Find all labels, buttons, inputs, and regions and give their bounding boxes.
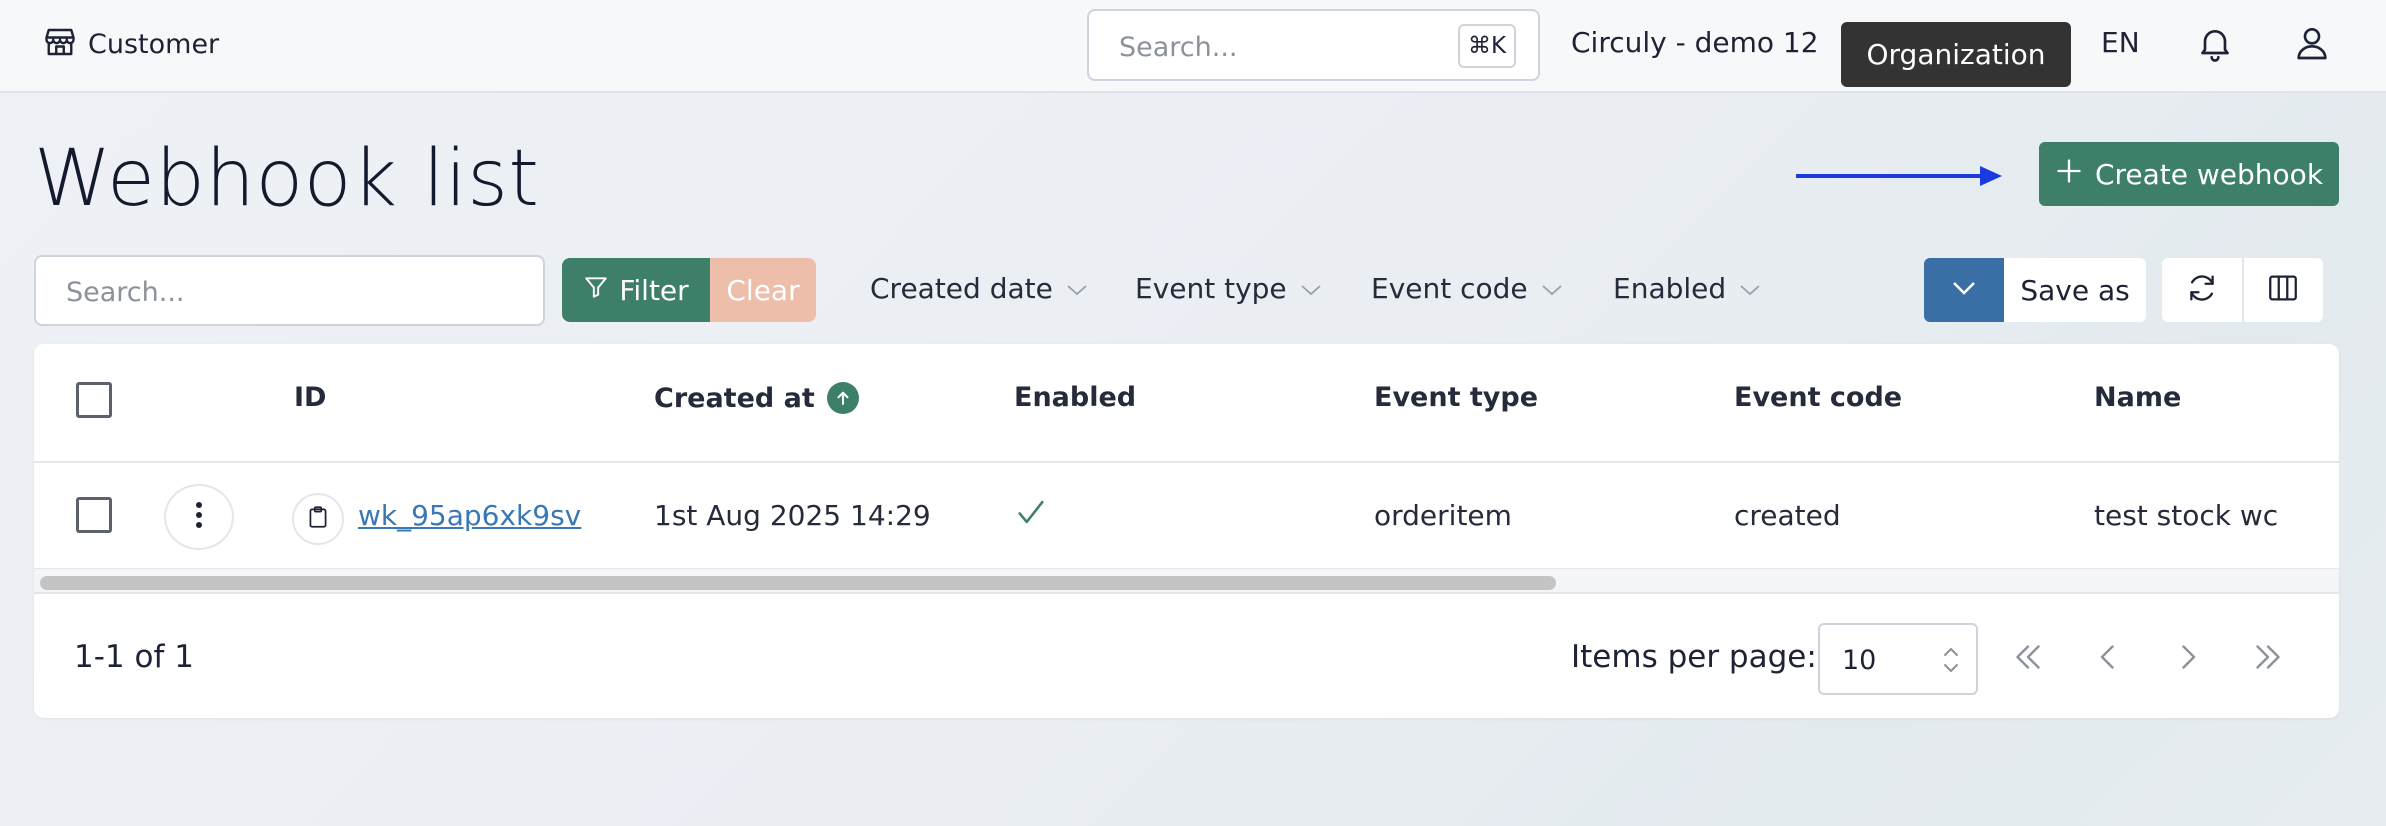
cell-created-at: 1st Aug 2025 14:29 bbox=[654, 499, 931, 532]
items-per-page-label: Items per page: bbox=[1571, 639, 1817, 675]
language-switcher[interactable]: EN bbox=[2101, 26, 2140, 59]
sort-ascending-icon[interactable] bbox=[826, 382, 859, 414]
chevron-down-icon bbox=[1540, 272, 1564, 305]
clipboard-icon bbox=[305, 504, 331, 534]
refresh-button[interactable] bbox=[2162, 258, 2242, 322]
table-header: ID Created at Enabled Event type Event c… bbox=[34, 344, 2339, 463]
cell-event-code: created bbox=[1734, 499, 1841, 532]
cell-name: test stock wc bbox=[2094, 499, 2279, 532]
global-search-input[interactable]: Search... ⌘K bbox=[1087, 9, 1540, 81]
scrollbar-thumb[interactable] bbox=[40, 576, 1556, 590]
chevron-down-icon bbox=[1949, 278, 1979, 302]
created-date-dropdown-label: Created date bbox=[870, 272, 1053, 305]
items-per-page-select[interactable]: 10 bbox=[1818, 623, 1978, 695]
event-code-dropdown-label: Event code bbox=[1371, 272, 1528, 305]
workspace-name[interactable]: Circuly - demo 12 bbox=[1571, 26, 1819, 59]
items-per-page-value: 10 bbox=[1842, 645, 1877, 676]
annotation-arrow-icon bbox=[1794, 164, 2004, 192]
row-actions-button[interactable] bbox=[164, 484, 234, 550]
chevron-down-icon bbox=[1738, 272, 1762, 305]
enabled-check-icon bbox=[1014, 495, 1048, 536]
plus-icon bbox=[2055, 157, 2083, 192]
customer-label: Customer bbox=[88, 28, 220, 60]
filter-label: Filter bbox=[619, 273, 689, 307]
top-bar: Customer Search... ⌘K Circuly - demo 12 … bbox=[0, 0, 2386, 93]
column-header-created-at[interactable]: Created at bbox=[654, 382, 859, 414]
table-search-placeholder: Search... bbox=[66, 277, 185, 308]
create-webhook-button[interactable]: Create webhook bbox=[2039, 142, 2339, 206]
event-type-dropdown[interactable]: Event type bbox=[1135, 272, 1323, 305]
user-profile-icon[interactable] bbox=[2292, 22, 2332, 68]
webhook-id-link[interactable]: wk_95ap6xk9sv bbox=[358, 499, 581, 532]
columns-button[interactable] bbox=[2242, 258, 2322, 322]
create-webhook-label: Create webhook bbox=[2094, 157, 2324, 191]
horizontal-scrollbar[interactable] bbox=[34, 568, 2339, 594]
next-page-icon[interactable] bbox=[2170, 637, 2206, 681]
column-header-event-code[interactable]: Event code bbox=[1734, 382, 1902, 413]
store-icon bbox=[42, 24, 78, 64]
notifications-bell-icon[interactable] bbox=[2195, 22, 2235, 68]
created-date-dropdown[interactable]: Created date bbox=[870, 272, 1089, 305]
enabled-dropdown[interactable]: Enabled bbox=[1613, 272, 1762, 305]
event-type-dropdown-label: Event type bbox=[1135, 272, 1287, 305]
customer-switcher[interactable]: Customer bbox=[42, 24, 219, 64]
webhook-table-card: ID Created at Enabled Event type Event c… bbox=[34, 344, 2339, 718]
column-header-name[interactable]: Name bbox=[2094, 382, 2181, 413]
column-header-event-type[interactable]: Event type bbox=[1374, 382, 1538, 413]
table-actions-group bbox=[2162, 258, 2323, 322]
filter-button[interactable]: Filter bbox=[562, 258, 710, 322]
saved-views-toggle[interactable] bbox=[1924, 258, 2004, 322]
chevron-down-icon bbox=[1065, 272, 1089, 305]
previous-page-icon[interactable] bbox=[2090, 637, 2126, 681]
row-checkbox[interactable] bbox=[76, 497, 112, 533]
copy-id-button[interactable] bbox=[292, 493, 344, 545]
column-header-id[interactable]: ID bbox=[294, 382, 326, 413]
pagination-range: 1-1 of 1 bbox=[74, 639, 194, 675]
event-code-dropdown[interactable]: Event code bbox=[1371, 272, 1564, 305]
refresh-icon bbox=[2185, 271, 2219, 309]
save-as-button[interactable]: Save as bbox=[2004, 258, 2146, 322]
column-header-enabled[interactable]: Enabled bbox=[1014, 382, 1136, 413]
enabled-dropdown-label: Enabled bbox=[1613, 272, 1727, 305]
table-search-input[interactable]: Search... bbox=[34, 255, 545, 326]
last-page-icon[interactable] bbox=[2250, 637, 2286, 681]
first-page-icon[interactable] bbox=[2010, 637, 2046, 681]
columns-icon bbox=[2266, 271, 2300, 309]
search-shortcut-badge: ⌘K bbox=[1458, 24, 1516, 68]
more-vertical-icon bbox=[195, 501, 203, 533]
global-search-placeholder: Search... bbox=[1119, 32, 1238, 63]
page-title: Webhook list bbox=[34, 134, 540, 224]
funnel-icon bbox=[583, 274, 609, 307]
chevron-down-icon bbox=[1299, 272, 1323, 305]
organization-button[interactable]: Organization bbox=[1841, 22, 2071, 87]
select-all-checkbox[interactable] bbox=[76, 382, 112, 418]
created-at-header-label: Created at bbox=[654, 382, 815, 414]
cell-event-type: orderitem bbox=[1374, 499, 1512, 532]
clear-filters-button[interactable]: Clear bbox=[710, 258, 816, 322]
chevron-up-down-icon bbox=[1940, 641, 1962, 683]
